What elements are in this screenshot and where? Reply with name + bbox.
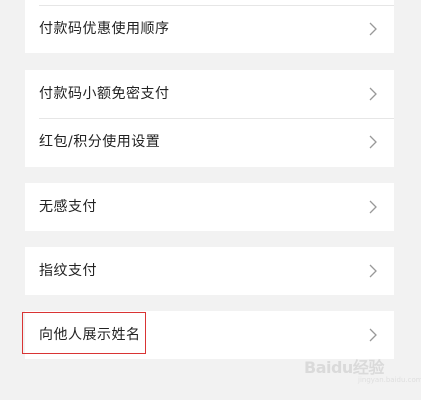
settings-item-red-packet-points-settings[interactable]: 红包/积分使用设置 [25, 118, 394, 167]
chevron-right-icon [369, 135, 377, 149]
chevron-right-icon [369, 328, 377, 342]
settings-item-label: 向他人展示姓名 [39, 327, 141, 343]
watermark-url: jingyan.baidu.com [358, 376, 421, 384]
chevron-right-icon [369, 87, 377, 101]
baidu-jingyan-watermark: Baidu经验 jingyan.baidu.com [302, 346, 421, 386]
settings-item-small-password-free-payment[interactable]: 付款码小额免密支付 [25, 70, 394, 119]
chevron-right-icon [369, 264, 377, 278]
settings-item-seamless-payment[interactable]: 无感支付 [25, 183, 394, 232]
settings-card-payment-order: 付款码优惠使用顺序 [25, 0, 394, 53]
settings-card-fingerprint-payment: 指纹支付 [25, 247, 394, 295]
settings-item-label: 付款码优惠使用顺序 [39, 21, 170, 37]
settings-item-fingerprint-payment[interactable]: 指纹支付 [25, 247, 394, 296]
settings-item-label: 红包/积分使用设置 [39, 134, 161, 150]
settings-item-label: 无感支付 [39, 199, 97, 215]
settings-card-seamless-payment: 无感支付 [25, 183, 394, 231]
settings-item-label: 指纹支付 [39, 263, 97, 279]
watermark-brand: Baidu经验 [304, 358, 384, 377]
chevron-right-icon [369, 200, 377, 214]
settings-card-small-payment: 付款码小额免密支付 红包/积分使用设置 [25, 70, 394, 167]
chevron-right-icon [369, 22, 377, 36]
settings-item-payment-code-discount-order[interactable]: 付款码优惠使用顺序 [25, 5, 394, 54]
settings-item-label: 付款码小额免密支付 [39, 86, 170, 102]
